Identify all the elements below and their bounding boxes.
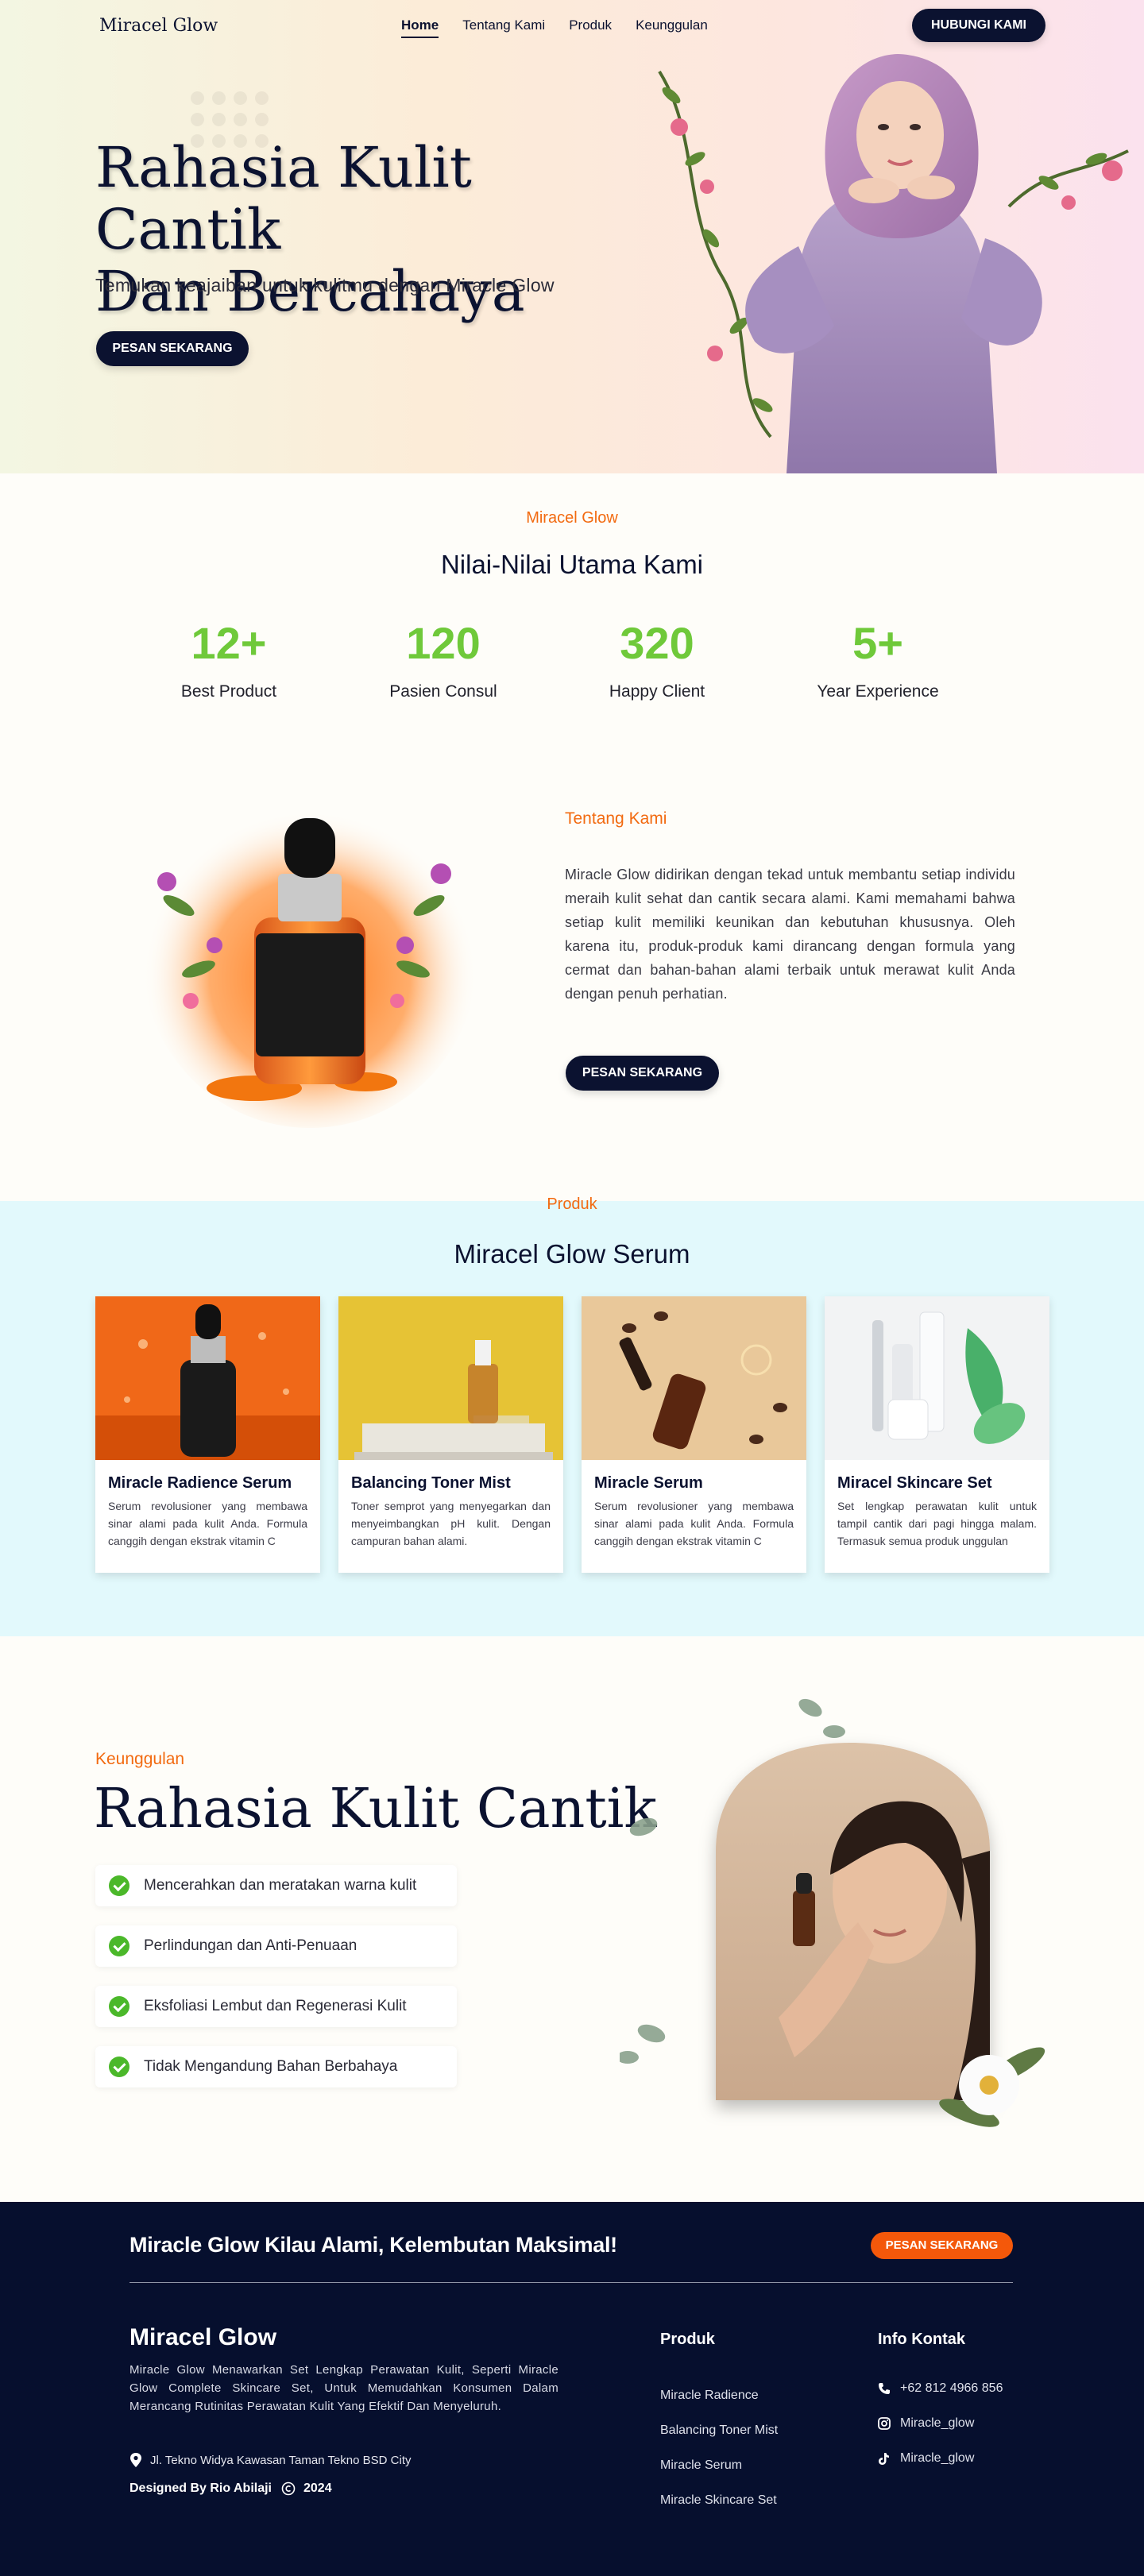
about-description: Miracle Glow didirikan dengan tekad untu… <box>565 867 1015 1002</box>
products-eyebrow: Produk <box>547 1195 597 1213</box>
check-icon <box>109 1875 129 1896</box>
product-card-radience-serum[interactable]: Miracle Radience Serum Serum revolusione… <box>95 1296 320 1573</box>
product-name: Balancing Toner Mist <box>351 1474 511 1492</box>
product-name: Miracle Radience Serum <box>108 1474 292 1492</box>
feature-item: Mencerahkan dan meratakan warna kulit <box>95 1865 457 1906</box>
copyright-icon <box>281 2481 296 2496</box>
values-title: Nilai-Nilai Utama Kami <box>440 550 704 579</box>
product-description: Serum revolusioner yang membawa sinar al… <box>108 1500 307 1547</box>
footer-credit: Designed By Rio Abilaji 2024 <box>129 2481 332 2496</box>
about-eyebrow: Tentang Kami <box>565 809 667 828</box>
footer-order-button[interactable]: PESAN SEKARANG <box>871 2232 1013 2259</box>
nav-link-tentang-kami[interactable]: Tentang Kami <box>462 17 545 38</box>
footer-brand: Miracel Glow <box>129 2324 277 2350</box>
nav-link-home[interactable]: Home <box>401 17 439 38</box>
check-icon <box>109 1936 129 1956</box>
hero-order-button[interactable]: PESAN SEKARANG <box>96 331 249 366</box>
footer-link-balancing-toner[interactable]: Balancing Toner Mist <box>660 2413 778 2448</box>
feature-item: Eksfoliasi Lembut dan Regenerasi Kulit <box>95 1986 457 2027</box>
hero-model-image <box>658 54 1129 473</box>
phone-icon <box>879 2383 890 2394</box>
serum-bottle-image <box>143 794 477 1128</box>
feature-item: Tidak Mengandung Bahan Berbahaya <box>95 2046 457 2087</box>
feature-text: Mencerahkan dan meratakan warna kulit <box>144 1877 417 1894</box>
stat-happy-client: 320 Happy Client <box>554 616 760 701</box>
brand-logo[interactable]: Miracel Glow <box>99 16 218 36</box>
instagram-icon <box>878 2417 891 2430</box>
product-description: Toner semprot yang menyegarkan dan menye… <box>351 1500 551 1547</box>
product-name: Miracel Skincare Set <box>837 1474 992 1492</box>
contact-tiktok[interactable]: Miracle_glow <box>878 2441 1003 2476</box>
stat-year-experience: 5+ Year Experience <box>775 616 981 701</box>
feature-text: Perlindungan dan Anti-Penuaan <box>144 1937 358 1954</box>
footer-contact-heading: Info Kontak <box>878 2331 965 2348</box>
nav-links: Home Tentang Kami Produk Keunggulan <box>401 17 708 38</box>
product-card-skincare-set[interactable]: Miracel Skincare Set Set lengkap perawat… <box>825 1296 1049 1573</box>
footer-contact-list: +62 812 4966 856 Miracle_glow Miracle_gl… <box>878 2371 1003 2476</box>
location-pin-icon <box>130 2453 141 2467</box>
values-eyebrow: Miracel Glow <box>526 509 618 527</box>
stat-number: 12+ <box>191 618 267 668</box>
product-image <box>582 1296 806 1460</box>
top-navigation: Miracel Glow Home Tentang Kami Produk Ke… <box>0 0 1144 52</box>
stat-number: 320 <box>620 618 694 668</box>
credit-text: Designed By Rio Abilaji <box>129 2481 272 2495</box>
footer-link-miracle-radience[interactable]: Miracle Radience <box>660 2378 778 2413</box>
feature-text: Tidak Mengandung Bahan Berbahaya <box>144 2058 398 2075</box>
stat-label: Year Experience <box>817 682 939 701</box>
contact-phone[interactable]: +62 812 4966 856 <box>878 2371 1003 2406</box>
product-name: Miracle Serum <box>594 1474 703 1492</box>
stat-pasien-consul: 120 Pasien Consul <box>340 616 547 701</box>
feature-text: Eksfoliasi Lembut dan Regenerasi Kulit <box>144 1998 407 2014</box>
phone-text: +62 812 4966 856 <box>900 2381 1003 2395</box>
footer-link-miracle-serum[interactable]: Miracle Serum <box>660 2448 778 2483</box>
hero-subtitle: Temukan keajaiban untuk kulitmu dengan M… <box>95 275 555 295</box>
footer-products-list: Miracle Radience Balancing Toner Mist Mi… <box>660 2378 778 2518</box>
stat-label: Happy Client <box>609 682 705 701</box>
product-card-balancing-toner[interactable]: Balancing Toner Mist Toner semprot yang … <box>338 1296 563 1573</box>
products-title: Miracel Glow Serum <box>454 1239 690 1269</box>
check-icon <box>109 1996 129 2017</box>
stat-number: 120 <box>406 618 481 668</box>
nav-link-produk[interactable]: Produk <box>569 17 612 38</box>
footer-link-skincare-set[interactable]: Miracle Skincare Set <box>660 2483 778 2518</box>
check-icon <box>109 2057 129 2077</box>
product-image <box>95 1296 320 1460</box>
model-with-serum-image <box>620 1698 1045 2127</box>
stat-label: Pasien Consul <box>389 682 497 701</box>
product-image <box>338 1296 563 1460</box>
footer-products-heading: Produk <box>660 2331 715 2348</box>
address-text: Jl. Tekno Widya Kawasan Taman Tekno BSD … <box>150 2453 412 2467</box>
feature-item: Perlindungan dan Anti-Penuaan <box>95 1925 457 1967</box>
instagram-handle: Miracle_glow <box>900 2416 975 2430</box>
stat-best-product: 12+ Best Product <box>126 616 332 701</box>
footer-cta-text: Miracle Glow Kilau Alami, Kelembutan Mak… <box>129 2233 617 2257</box>
footer-description: Miracle Glow Menawarkan Set Lengkap Pera… <box>129 2363 558 2413</box>
contact-us-button[interactable]: HUBUNGI KAMI <box>912 9 1045 42</box>
product-description: Serum revolusioner yang membawa sinar al… <box>594 1500 794 1547</box>
advantages-title: Rahasia Kulit Cantik <box>94 1778 657 1840</box>
credit-year: 2024 <box>303 2481 332 2495</box>
footer-divider <box>129 2282 1013 2283</box>
stat-number: 5+ <box>852 618 903 668</box>
tiktok-handle: Miracle_glow <box>900 2451 975 2465</box>
tiktok-icon <box>879 2452 889 2465</box>
nav-link-keunggulan[interactable]: Keunggulan <box>636 17 708 38</box>
product-card-miracle-serum[interactable]: Miracle Serum Serum revolusioner yang me… <box>582 1296 806 1573</box>
product-description: Set lengkap perawatan kulit untuk tampil… <box>837 1500 1037 1547</box>
footer-address: Jl. Tekno Widya Kawasan Taman Tekno BSD … <box>129 2453 412 2467</box>
advantages-eyebrow: Keunggulan <box>95 1750 185 1768</box>
hero-title-line1: Rahasia Kulit Cantik <box>95 135 472 262</box>
about-order-button[interactable]: PESAN SEKARANG <box>566 1056 719 1091</box>
product-image <box>825 1296 1049 1460</box>
footer: Miracle Glow Kilau Alami, Kelembutan Mak… <box>0 2202 1144 2576</box>
stat-label: Best Product <box>180 682 277 701</box>
contact-instagram[interactable]: Miracle_glow <box>878 2406 1003 2441</box>
